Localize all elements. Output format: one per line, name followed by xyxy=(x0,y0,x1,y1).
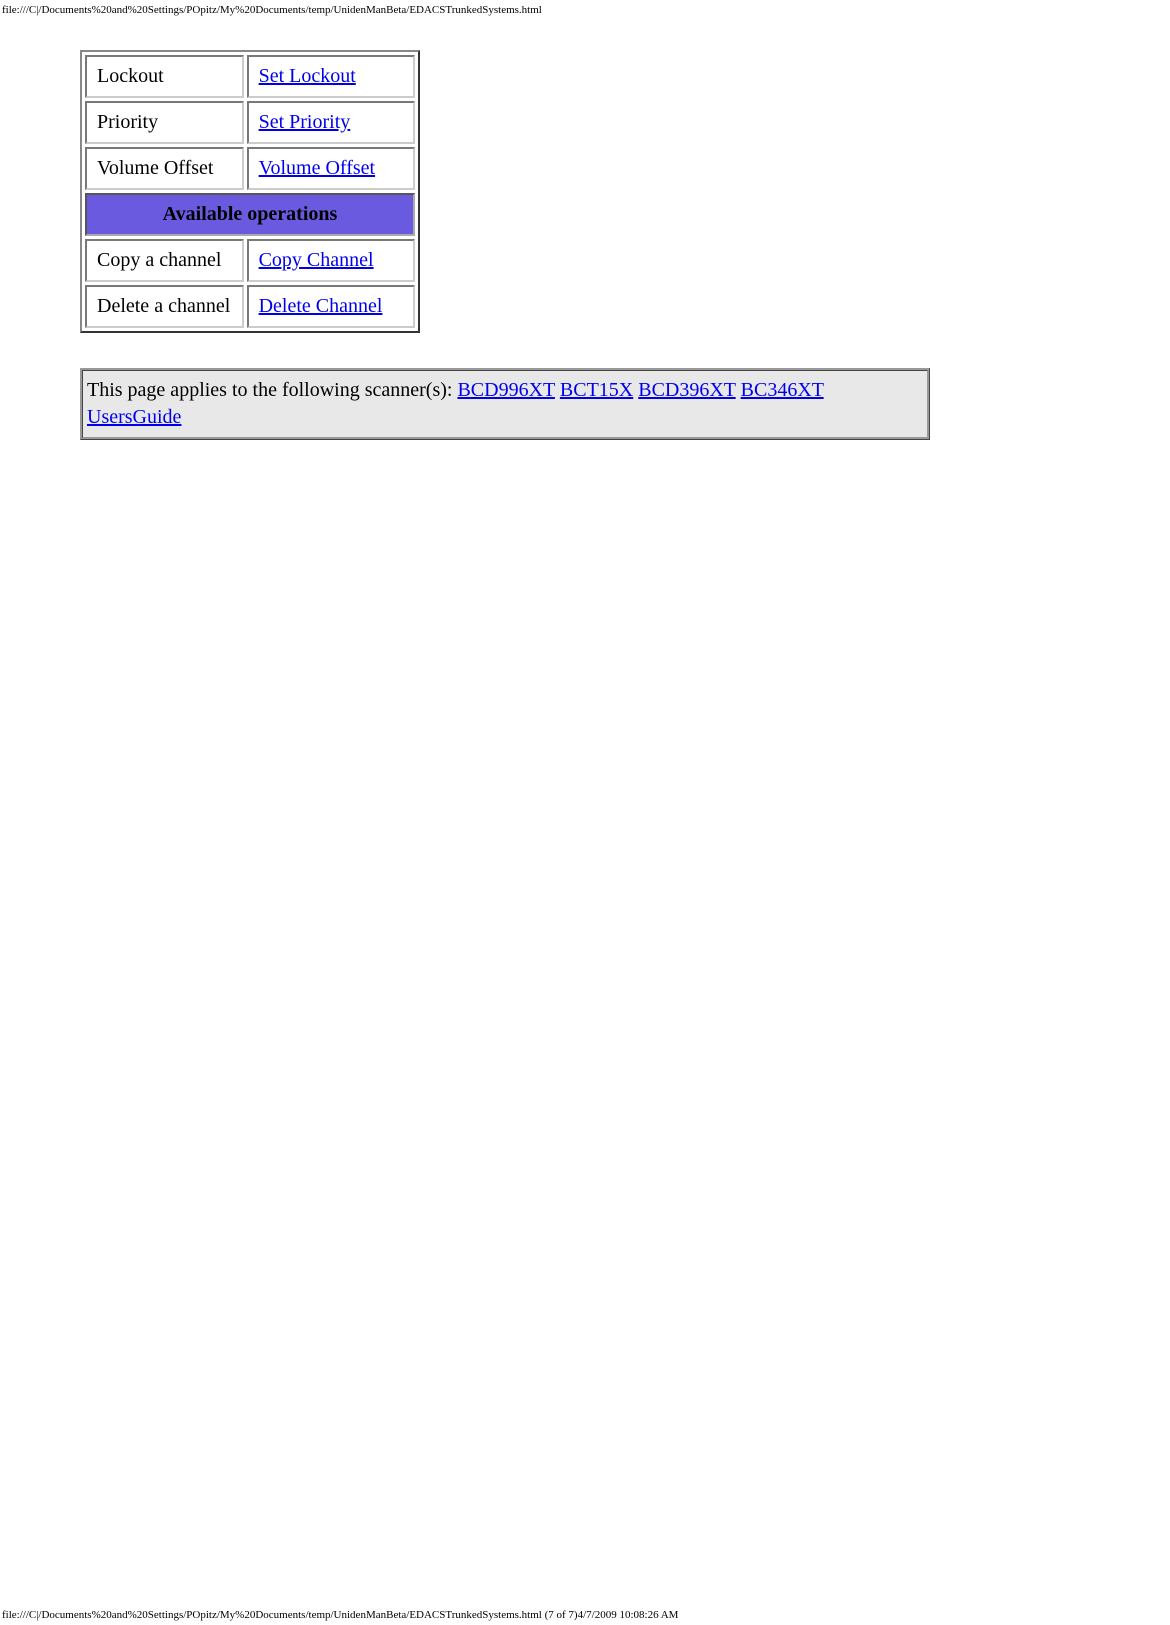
row-link-cell: Copy Channel xyxy=(247,239,415,282)
scanner-link-bcd396xt[interactable]: BCD396XT xyxy=(638,379,735,401)
set-priority-link[interactable]: Set Priority xyxy=(259,111,351,133)
applies-box: This page applies to the following scann… xyxy=(80,368,930,440)
volume-offset-link[interactable]: Volume Offset xyxy=(259,157,375,179)
options-table: Lockout Set Lockout Priority Set Priorit… xyxy=(80,50,420,333)
content-area: Lockout Set Lockout Priority Set Priorit… xyxy=(0,20,1170,440)
applies-prefix: This page applies to the following scann… xyxy=(87,379,457,401)
scanner-link-bc346xt[interactable]: BC346XT xyxy=(741,379,824,401)
section-header: Available operations xyxy=(85,193,415,236)
scanner-link-usersguide[interactable]: UsersGuide xyxy=(87,406,181,428)
row-label: Copy a channel xyxy=(85,239,244,282)
row-link-cell: Set Priority xyxy=(247,101,415,144)
table-row: Copy a channel Copy Channel xyxy=(85,239,415,282)
table-row: Delete a channel Delete Channel xyxy=(85,285,415,328)
footer-path: file:///C|/Documents%20and%20Settings/PO… xyxy=(2,1609,678,1621)
scanner-link-bct15x[interactable]: BCT15X xyxy=(560,379,633,401)
header-path: file:///C|/Documents%20and%20Settings/PO… xyxy=(0,0,1170,20)
row-label: Lockout xyxy=(85,55,244,98)
set-lockout-link[interactable]: Set Lockout xyxy=(259,65,356,87)
section-header-row: Available operations xyxy=(85,193,415,236)
row-label: Priority xyxy=(85,101,244,144)
copy-channel-link[interactable]: Copy Channel xyxy=(259,249,374,271)
row-label: Delete a channel xyxy=(85,285,244,328)
delete-channel-link[interactable]: Delete Channel xyxy=(259,295,383,317)
row-link-cell: Volume Offset xyxy=(247,147,415,190)
row-link-cell: Set Lockout xyxy=(247,55,415,98)
row-label: Volume Offset xyxy=(85,147,244,190)
table-row: Lockout Set Lockout xyxy=(85,55,415,98)
table-row: Priority Set Priority xyxy=(85,101,415,144)
row-link-cell: Delete Channel xyxy=(247,285,415,328)
table-row: Volume Offset Volume Offset xyxy=(85,147,415,190)
scanner-link-bcd996xt[interactable]: BCD996XT xyxy=(457,379,554,401)
